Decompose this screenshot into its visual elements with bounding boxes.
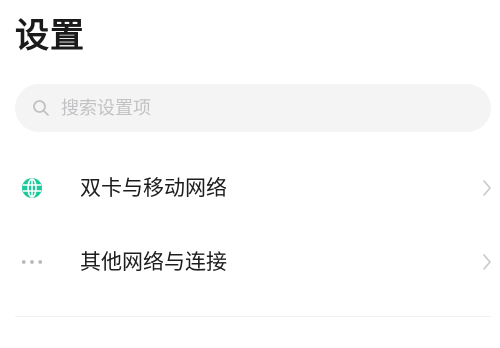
page-title: 设置 [15,16,85,56]
list-item-label: 其他网络与连接 [80,250,227,274]
globe-icon [21,177,43,199]
settings-page: 设置 双卡与移动网络 [0,0,500,348]
more-dots-icon [21,251,43,273]
search-bar[interactable] [15,84,491,132]
list-item-dual-sim-mobile-network[interactable]: 双卡与移动网络 [0,160,500,216]
search-icon [31,98,51,118]
search-input[interactable] [61,97,441,119]
list-item-other-networks-connections[interactable]: 其他网络与连接 [0,234,500,290]
section-divider [15,316,491,317]
chevron-right-icon [480,251,494,273]
list-item-label: 双卡与移动网络 [80,176,227,200]
chevron-right-icon [480,177,494,199]
